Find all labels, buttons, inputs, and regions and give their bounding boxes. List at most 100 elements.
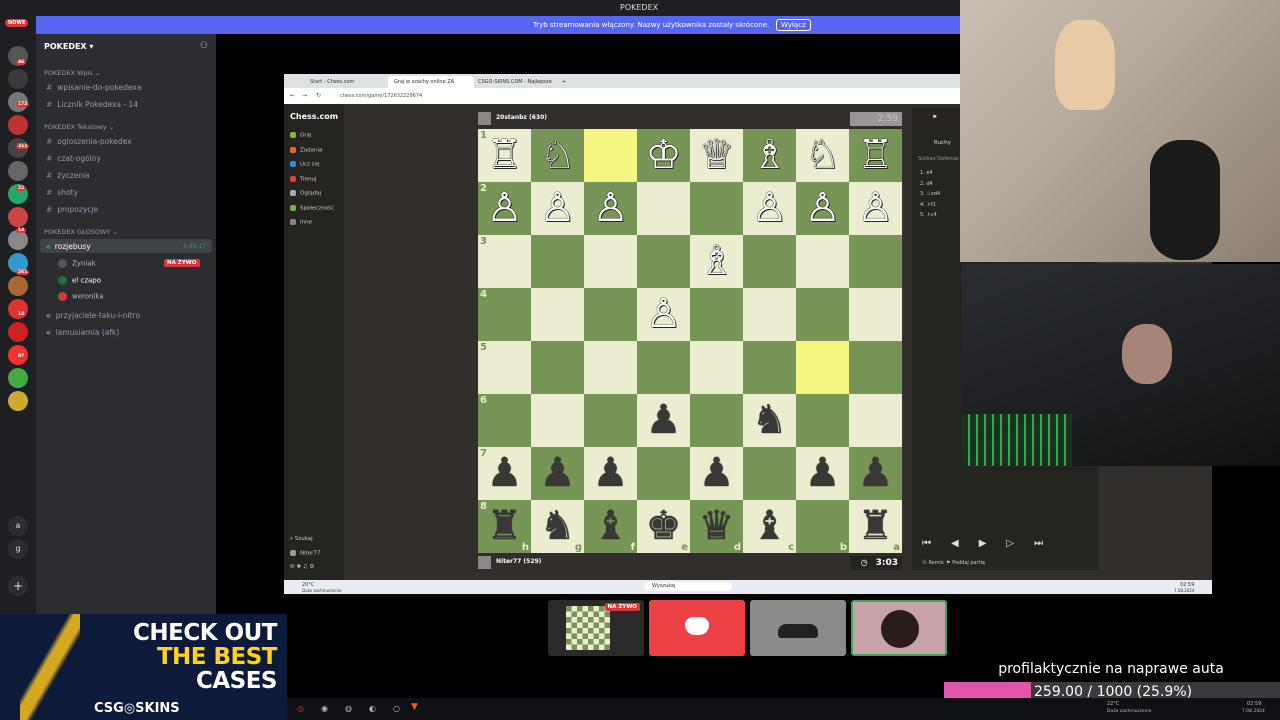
- board-square[interactable]: 2 ♙: [478, 182, 531, 235]
- participant-tile-avatar[interactable]: [851, 600, 947, 656]
- black-bishop-piece[interactable]: ♝: [743, 500, 796, 553]
- channel-shoty[interactable]: # shoty: [46, 188, 78, 197]
- move-entry[interactable]: 2. d4: [920, 181, 933, 187]
- server-icon[interactable]: g: [8, 539, 28, 559]
- board-square[interactable]: ♞: [743, 394, 796, 447]
- board-square[interactable]: [637, 182, 690, 235]
- board-square[interactable]: ♗: [743, 129, 796, 182]
- white-bishop-piece[interactable]: ♗: [743, 129, 796, 182]
- board-square[interactable]: [584, 235, 637, 288]
- voice-user[interactable]: Żyniak: [58, 259, 96, 268]
- board-square[interactable]: f ♝: [584, 500, 637, 553]
- board-square[interactable]: ♕: [690, 129, 743, 182]
- black-king-piece[interactable]: ♚: [637, 500, 690, 553]
- board-square[interactable]: g ♞: [531, 500, 584, 553]
- opera-icon[interactable]: ◎: [297, 704, 304, 713]
- settings-icons[interactable]: ✉ ✚ ♫ ⚙: [290, 564, 314, 570]
- board-square[interactable]: ♟: [637, 394, 690, 447]
- board-square[interactable]: [690, 182, 743, 235]
- server-icon[interactable]: [8, 276, 28, 296]
- board-square[interactable]: ♟: [584, 447, 637, 500]
- black-pawn-piece[interactable]: ♟: [637, 394, 690, 447]
- board-square[interactable]: [637, 341, 690, 394]
- board-square[interactable]: 1 ♖: [478, 129, 531, 182]
- board-square[interactable]: [531, 288, 584, 341]
- white-pawn-piece[interactable]: ♙: [743, 182, 796, 235]
- board-square[interactable]: 7 ♟: [478, 447, 531, 500]
- nav-search[interactable]: ⌕ Szukaj: [290, 536, 313, 543]
- server-icon[interactable]: [8, 391, 28, 411]
- channel-wpisanie[interactable]: # wpisanie-do-pokedexa: [46, 83, 141, 92]
- board-square[interactable]: ♟: [796, 447, 849, 500]
- voice-user[interactable]: el czapo: [58, 276, 101, 285]
- board-square[interactable]: [584, 129, 637, 182]
- board-square[interactable]: ♙: [849, 182, 902, 235]
- black-pawn-piece[interactable]: ♟: [478, 447, 531, 500]
- board-square[interactable]: [531, 235, 584, 288]
- tab-moves[interactable]: Ruchy: [934, 140, 951, 146]
- server-icon[interactable]: [8, 69, 28, 89]
- white-pawn-piece[interactable]: ♙: [849, 182, 902, 235]
- category-pokedex-tekstowy[interactable]: POKEDEX Tekstowy ⌄: [44, 123, 114, 131]
- white-pawn-piece[interactable]: ♙: [478, 182, 531, 235]
- white-rook-piece[interactable]: ♖: [478, 129, 531, 182]
- server-icon[interactable]: [8, 230, 28, 250]
- board-square[interactable]: 5: [478, 341, 531, 394]
- black-bishop-piece[interactable]: ♝: [584, 500, 637, 553]
- move-navigation[interactable]: ⏮◀▶▷⏭: [922, 538, 1063, 549]
- board-square[interactable]: [531, 394, 584, 447]
- browser-tab[interactable]: CSGO-SKINS.COM - Najlepsze: [472, 76, 558, 88]
- steam-icon[interactable]: ◉: [321, 704, 328, 713]
- new-tab-button[interactable]: +: [556, 76, 572, 88]
- play-icon[interactable]: ⚑: [932, 114, 937, 121]
- disable-streamer-mode-button[interactable]: Wyłącz: [776, 19, 811, 31]
- board-square[interactable]: b: [796, 500, 849, 553]
- white-pawn-piece[interactable]: ♙: [796, 182, 849, 235]
- white-pawn-piece[interactable]: ♙: [584, 182, 637, 235]
- board-square[interactable]: ♙: [743, 182, 796, 235]
- server-icon[interactable]: [8, 115, 28, 135]
- server-icon[interactable]: [8, 322, 28, 342]
- board-square[interactable]: ♙: [531, 182, 584, 235]
- board-square[interactable]: d ♛: [690, 500, 743, 553]
- white-queen-piece[interactable]: ♕: [690, 129, 743, 182]
- black-knight-piece[interactable]: ♞: [743, 394, 796, 447]
- bottom-player-name[interactable]: Niter77 (529): [496, 558, 541, 565]
- move-entry[interactable]: 4. ♗f1: [920, 202, 936, 208]
- board-square[interactable]: 4: [478, 288, 531, 341]
- resign-button[interactable]: ⚑ Poddaj partię: [946, 560, 985, 566]
- board-square[interactable]: ♘: [796, 129, 849, 182]
- chess-logo[interactable]: Chess.com: [290, 112, 338, 121]
- board-square[interactable]: 8 h ♜: [478, 500, 531, 553]
- voice-channel-przyjaciele[interactable]: 🔊︎ przyjaciele-taku-i-nitro: [46, 311, 140, 321]
- white-king-piece[interactable]: ♔: [637, 129, 690, 182]
- black-pawn-piece[interactable]: ♟: [584, 447, 637, 500]
- back-icon[interactable]: ←: [290, 92, 295, 99]
- white-bishop-piece[interactable]: ♗: [690, 235, 743, 288]
- board-square[interactable]: [796, 394, 849, 447]
- server-icon[interactable]: [8, 368, 28, 388]
- chess-nav-item[interactable]: Graj: [290, 132, 311, 139]
- board-square[interactable]: [849, 288, 902, 341]
- board-square[interactable]: ♟: [849, 447, 902, 500]
- server-name[interactable]: POKEDEX ▾: [44, 42, 93, 51]
- white-knight-piece[interactable]: ♘: [796, 129, 849, 182]
- add-server-icon[interactable]: +: [8, 576, 28, 596]
- windows-search[interactable]: Wyszukaj: [644, 582, 732, 591]
- chrome-icon[interactable]: ◐: [369, 704, 376, 713]
- board-square[interactable]: [849, 394, 902, 447]
- board-square[interactable]: [531, 341, 584, 394]
- voice-channel-active[interactable]: 🔊︎ rozjebusy 3:49:17: [40, 239, 212, 253]
- draw-button[interactable]: ½ Remis: [922, 560, 944, 566]
- black-pawn-piece[interactable]: ♟: [690, 447, 743, 500]
- voice-channel-lamusiarnia[interactable]: 🔊︎ lamusiarnia (afk): [46, 328, 119, 338]
- browser-tab[interactable]: Start - Chess.com: [304, 76, 390, 88]
- board-square[interactable]: [743, 288, 796, 341]
- top-player-name[interactable]: 20stanbz (630): [496, 114, 547, 121]
- white-knight-piece[interactable]: ♘: [531, 129, 584, 182]
- board-square[interactable]: [743, 341, 796, 394]
- board-square[interactable]: ♙: [637, 288, 690, 341]
- participant-tile-discord[interactable]: [649, 600, 745, 656]
- black-rook-piece[interactable]: ♜: [478, 500, 531, 553]
- board-square[interactable]: e ♚: [637, 500, 690, 553]
